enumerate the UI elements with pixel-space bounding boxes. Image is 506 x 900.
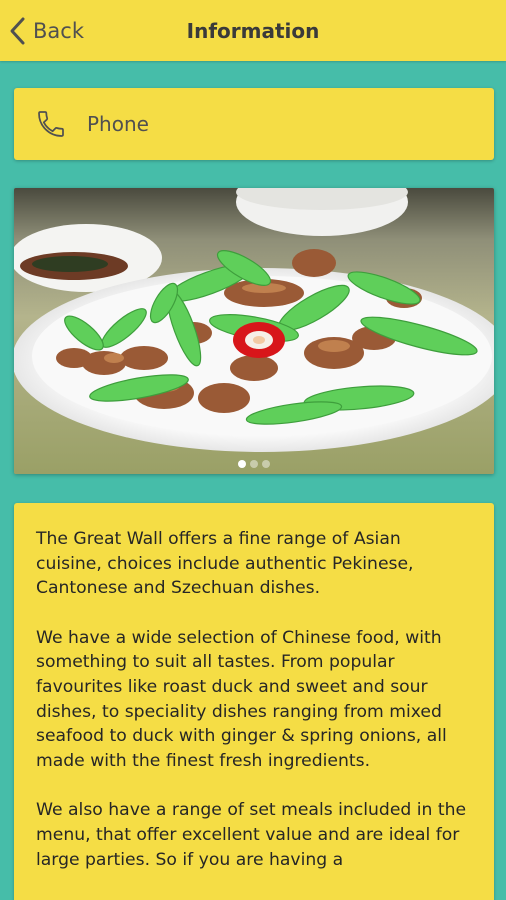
phone-icon xyxy=(38,111,64,137)
chevron-left-icon xyxy=(10,17,25,45)
phone-label: Phone xyxy=(87,112,149,136)
phone-button[interactable]: Phone xyxy=(14,88,494,160)
food-photo xyxy=(14,188,494,474)
image-carousel[interactable] xyxy=(14,188,494,474)
info-paragraph-1: The Great Wall offers a fine range of As… xyxy=(36,529,414,599)
back-label: Back xyxy=(33,19,84,43)
carousel-dot-1[interactable] xyxy=(238,460,246,468)
top-bar: Back Information xyxy=(0,0,506,61)
carousel-dot-3[interactable] xyxy=(262,460,270,468)
info-card: The Great Wall offers a fine range of As… xyxy=(14,503,494,900)
info-paragraph-2: We have a wide selection of Chinese food… xyxy=(36,627,447,771)
carousel-dot-2[interactable] xyxy=(250,460,258,468)
info-paragraph-3: We also have a range of set meals includ… xyxy=(36,800,467,870)
carousel-dots xyxy=(14,460,494,468)
back-button[interactable]: Back xyxy=(8,13,84,49)
